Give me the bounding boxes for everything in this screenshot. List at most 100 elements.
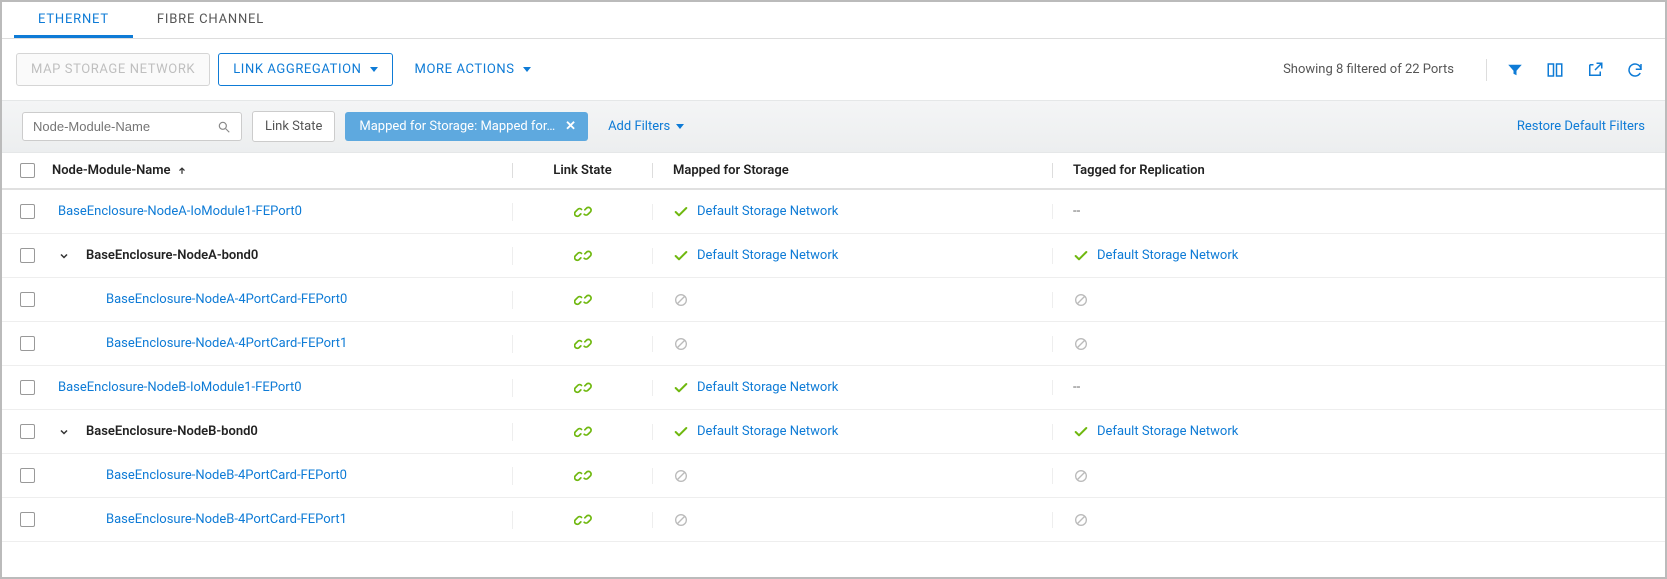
link-aggregation-button[interactable]: LINK AGGREGATION xyxy=(218,53,392,86)
add-filters-label: Add Filters xyxy=(608,119,670,134)
refresh-icon[interactable] xyxy=(1625,60,1645,80)
storage-network-link[interactable]: Default Storage Network xyxy=(697,204,838,219)
column-header-tagged[interactable]: Tagged for Replication xyxy=(1052,163,1665,178)
blocked-icon xyxy=(1073,336,1089,352)
select-all-checkbox[interactable] xyxy=(20,163,35,178)
row-select-cell xyxy=(2,292,52,307)
row-checkbox[interactable] xyxy=(20,336,35,351)
row-name-cell: BaseEnclosure-NodeA-4PortCard-FEPort0 xyxy=(52,292,512,307)
filter-chip-link-state[interactable]: Link State xyxy=(252,111,335,142)
row-checkbox[interactable] xyxy=(20,248,35,263)
row-link-state-cell xyxy=(512,467,652,485)
row-tagged-cell xyxy=(1052,468,1665,484)
link-ok-icon xyxy=(574,247,592,265)
column-header-name-label: Node-Module-Name xyxy=(52,163,171,178)
row-checkbox[interactable] xyxy=(20,380,35,395)
table-row: BaseEnclosure-NodeA-4PortCard-FEPort1 xyxy=(2,322,1665,366)
blocked-icon xyxy=(673,468,689,484)
row-tagged-cell: -- xyxy=(1052,204,1665,219)
row-select-cell xyxy=(2,380,52,395)
link-aggregation-label: LINK AGGREGATION xyxy=(233,62,361,77)
tab-fibre-channel[interactable]: FIBRE CHANNEL xyxy=(133,2,288,38)
link-ok-icon xyxy=(574,423,592,441)
row-tagged-cell: Default Storage Network xyxy=(1052,248,1665,264)
port-name-link[interactable]: BaseEnclosure-NodeA-4PortCard-FEPort1 xyxy=(106,336,347,351)
row-tagged-cell xyxy=(1052,292,1665,308)
table-row: BaseEnclosure-NodeA-bond0 Default Storag… xyxy=(2,234,1665,278)
row-checkbox[interactable] xyxy=(20,292,35,307)
map-storage-network-button: MAP STORAGE NETWORK xyxy=(16,53,210,86)
more-actions-label: MORE ACTIONS xyxy=(415,62,515,77)
port-name-link[interactable]: BaseEnclosure-NodeA-4PortCard-FEPort0 xyxy=(106,292,347,307)
row-mapped-cell: Default Storage Network xyxy=(652,248,1052,264)
toolbar-divider xyxy=(1486,59,1487,81)
row-link-state-cell xyxy=(512,423,652,441)
filter-bar: Link State Mapped for Storage: Mapped fo… xyxy=(2,100,1665,153)
port-name-link[interactable]: BaseEnclosure-NodeA-IoModule1-FEPort0 xyxy=(58,204,302,219)
link-ok-icon xyxy=(574,467,592,485)
search-input[interactable] xyxy=(33,119,217,134)
row-name-cell: BaseEnclosure-NodeA-4PortCard-FEPort1 xyxy=(52,336,512,351)
more-actions-button[interactable]: MORE ACTIONS xyxy=(401,54,545,85)
row-select-cell xyxy=(2,424,52,439)
row-checkbox[interactable] xyxy=(20,204,35,219)
row-select-cell xyxy=(2,512,52,527)
restore-default-filters-link[interactable]: Restore Default Filters xyxy=(1517,119,1645,134)
row-link-state-cell xyxy=(512,291,652,309)
filter-chip-mapped-label: Mapped for Storage: Mapped for… xyxy=(359,119,555,134)
blocked-icon xyxy=(1073,512,1089,528)
storage-network-link[interactable]: Default Storage Network xyxy=(1097,248,1238,263)
blocked-icon xyxy=(673,292,689,308)
port-name-link[interactable]: BaseEnclosure-NodeB-IoModule1-FEPort0 xyxy=(58,380,302,395)
tab-bar: ETHERNET FIBRE CHANNEL xyxy=(2,2,1665,39)
select-all-cell xyxy=(2,163,52,178)
toolbar: MAP STORAGE NETWORK LINK AGGREGATION MOR… xyxy=(2,39,1665,100)
port-name-link[interactable]: BaseEnclosure-NodeB-4PortCard-FEPort1 xyxy=(106,512,347,527)
row-mapped-cell xyxy=(652,336,1052,352)
row-select-cell xyxy=(2,204,52,219)
link-ok-icon xyxy=(574,511,592,529)
close-icon[interactable]: ✕ xyxy=(565,119,576,134)
storage-network-link[interactable]: Default Storage Network xyxy=(697,380,838,395)
row-mapped-cell xyxy=(652,292,1052,308)
table-row: BaseEnclosure-NodeB-IoModule1-FEPort0 De… xyxy=(2,366,1665,410)
columns-icon[interactable] xyxy=(1545,60,1565,80)
storage-network-link[interactable]: Default Storage Network xyxy=(1097,424,1238,439)
check-icon xyxy=(673,204,689,220)
row-tagged-cell xyxy=(1052,336,1665,352)
search-box[interactable] xyxy=(22,112,242,141)
storage-network-link[interactable]: Default Storage Network xyxy=(697,424,838,439)
sort-asc-icon xyxy=(177,166,187,176)
chevron-down-icon[interactable] xyxy=(58,426,74,438)
table-row: BaseEnclosure-NodeA-IoModule1-FEPort0 De… xyxy=(2,190,1665,234)
row-checkbox[interactable] xyxy=(20,424,35,439)
port-name-link[interactable]: BaseEnclosure-NodeB-4PortCard-FEPort0 xyxy=(106,468,347,483)
column-header-name[interactable]: Node-Module-Name xyxy=(52,163,512,178)
row-checkbox[interactable] xyxy=(20,512,35,527)
row-select-cell xyxy=(2,336,52,351)
add-filters-button[interactable]: Add Filters xyxy=(598,119,684,134)
no-value: -- xyxy=(1073,204,1080,219)
row-checkbox[interactable] xyxy=(20,468,35,483)
row-mapped-cell: Default Storage Network xyxy=(652,380,1052,396)
storage-network-link[interactable]: Default Storage Network xyxy=(697,248,838,263)
results-summary: Showing 8 filtered of 22 Ports xyxy=(1283,62,1454,77)
blocked-icon xyxy=(673,336,689,352)
chevron-down-icon[interactable] xyxy=(58,250,74,262)
row-select-cell xyxy=(2,248,52,263)
export-icon[interactable] xyxy=(1585,60,1605,80)
blocked-icon xyxy=(1073,292,1089,308)
row-name-cell: BaseEnclosure-NodeA-bond0 xyxy=(52,248,512,263)
port-name: BaseEnclosure-NodeB-bond0 xyxy=(86,424,258,439)
tab-ethernet[interactable]: ETHERNET xyxy=(14,2,133,38)
column-header-mapped[interactable]: Mapped for Storage xyxy=(652,163,1052,178)
row-select-cell xyxy=(2,468,52,483)
row-name-cell: BaseEnclosure-NodeB-4PortCard-FEPort1 xyxy=(52,512,512,527)
filter-icon[interactable] xyxy=(1505,60,1525,80)
link-ok-icon xyxy=(574,203,592,221)
ports-table: Node-Module-Name Link State Mapped for S… xyxy=(2,153,1665,542)
row-link-state-cell xyxy=(512,247,652,265)
column-header-link-state[interactable]: Link State xyxy=(512,163,652,178)
filter-chip-mapped-active[interactable]: Mapped for Storage: Mapped for… ✕ xyxy=(345,112,588,141)
row-link-state-cell xyxy=(512,511,652,529)
